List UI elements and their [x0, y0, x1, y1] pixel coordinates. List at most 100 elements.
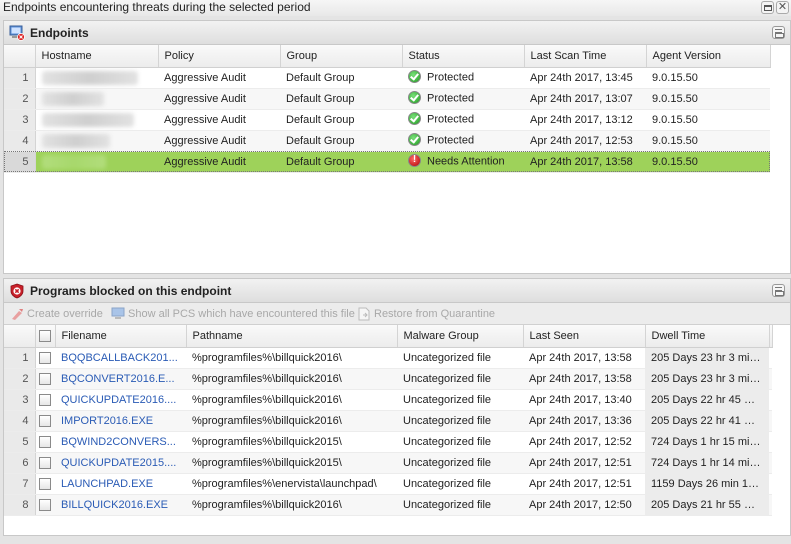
program-row[interactable]: 8 BILLQUICK2016.EXE %programfiles%\billq… — [4, 494, 772, 516]
column-header-malware-group[interactable]: Malware Group — [397, 325, 524, 348]
endpoints-panel-header: Endpoints — [4, 21, 790, 45]
column-header-pathname[interactable]: Pathname — [186, 325, 398, 348]
maximize-button[interactable] — [761, 1, 774, 14]
status-text: Protected — [427, 134, 475, 147]
program-row[interactable]: 6 QUICKUPDATE2015.... %programfiles%\bil… — [4, 452, 772, 474]
row-checkbox[interactable] — [38, 477, 51, 490]
last-seen-cell: Apr 24th 2017, 13:40 — [523, 389, 645, 411]
row-checkbox[interactable] — [38, 435, 51, 448]
dwell-time-cell: 724 Days 1 hr 15 min... — [645, 431, 769, 453]
agent-version-cell: 9.0.15.50 — [646, 67, 770, 89]
row-checkbox[interactable] — [38, 456, 51, 469]
programs-table: Filename Pathname Malware Group Last See… — [4, 325, 773, 516]
hostname-cell — [35, 151, 158, 173]
row-spacer — [769, 473, 772, 495]
close-button[interactable]: ✕ — [776, 1, 789, 14]
endpoint-row[interactable]: 4 Aggressive Audit Default Group Protect… — [4, 130, 770, 152]
last-seen-cell: Apr 24th 2017, 12:52 — [523, 431, 645, 453]
column-header-agent-version[interactable]: Agent Version — [646, 45, 771, 68]
programs-collapse-button[interactable] — [772, 284, 785, 297]
group-cell: Default Group — [280, 151, 402, 173]
row-checkbox[interactable] — [38, 393, 51, 406]
program-row[interactable]: 1 BQQBCALLBACK201... %programfiles%\bill… — [4, 347, 772, 369]
programs-panel-title: Programs blocked on this endpoint — [30, 284, 232, 298]
checkbox-cell — [35, 494, 55, 516]
endpoint-row[interactable]: 1 Aggressive Audit Default Group Protect… — [4, 67, 770, 89]
filename-link[interactable]: QUICKUPDATE2015.... — [55, 452, 186, 474]
programs-panel-header: Programs blocked on this endpoint — [4, 279, 790, 303]
dwell-time-cell: 205 Days 22 hr 41 mi... — [645, 410, 769, 432]
column-header-dwell-time[interactable]: Dwell Time — [645, 325, 770, 348]
malware-group-cell: Uncategorized file — [397, 473, 523, 495]
row-checkbox[interactable] — [38, 351, 51, 364]
malware-group-cell: Uncategorized file — [397, 431, 523, 453]
status-text: Protected — [427, 92, 475, 105]
filename-link[interactable]: BQWIND2CONVERS... — [55, 431, 186, 453]
column-header-hostname[interactable]: Hostname — [35, 45, 159, 68]
hostname-cell — [35, 109, 158, 131]
endpoint-row[interactable]: 2 Aggressive Audit Default Group Protect… — [4, 88, 770, 110]
last-seen-cell: Apr 24th 2017, 13:58 — [523, 347, 645, 369]
status-text: Needs Attention — [427, 155, 505, 168]
policy-cell: Aggressive Audit — [158, 130, 280, 152]
row-checkbox[interactable] — [38, 414, 51, 427]
status-text: Protected — [427, 113, 475, 126]
check-circle-icon — [408, 70, 421, 83]
filename-link[interactable]: IMPORT2016.EXE — [55, 410, 186, 432]
malware-group-cell: Uncategorized file — [397, 389, 523, 411]
checkbox-cell — [35, 431, 55, 453]
filename-link[interactable]: LAUNCHPAD.EXE — [55, 473, 186, 495]
filename-link[interactable]: QUICKUPDATE2016.... — [55, 389, 186, 411]
column-header-filename[interactable]: Filename — [55, 325, 187, 348]
column-header-policy[interactable]: Policy — [158, 45, 281, 68]
program-row[interactable]: 7 LAUNCHPAD.EXE %programfiles%\enervista… — [4, 473, 772, 495]
select-all-checkbox[interactable] — [38, 329, 51, 342]
computer-alert-icon — [9, 25, 25, 41]
row-number: 1 — [4, 67, 36, 89]
last-seen-cell: Apr 24th 2017, 12:50 — [523, 494, 645, 516]
document-restore-icon — [358, 307, 370, 321]
show-all-pcs-button[interactable]: Show all PCS which have encountered this… — [111, 307, 355, 321]
endpoint-row[interactable]: 3 Aggressive Audit Default Group Protect… — [4, 109, 770, 131]
row-spacer — [769, 494, 772, 516]
column-header-group[interactable]: Group — [280, 45, 403, 68]
program-row[interactable]: 2 BQCONVERT2016.E... %programfiles%\bill… — [4, 368, 772, 390]
checkbox-cell — [35, 473, 55, 495]
create-override-button[interactable]: Create override — [10, 307, 103, 321]
policy-cell: Aggressive Audit — [158, 109, 280, 131]
filename-link[interactable]: BILLQUICK2016.EXE — [55, 494, 186, 516]
pathname-cell: %programfiles%\billquick2015\ — [186, 452, 397, 474]
column-header-last-scan-time[interactable]: Last Scan Time — [524, 45, 647, 68]
malware-group-cell: Uncategorized file — [397, 410, 523, 432]
last-seen-cell: Apr 24th 2017, 12:51 — [523, 473, 645, 495]
filename-link[interactable]: BQQBCALLBACK201... — [55, 347, 186, 369]
restore-from-quarantine-button[interactable]: Restore from Quarantine — [358, 307, 495, 321]
last-seen-cell: Apr 24th 2017, 13:58 — [523, 368, 645, 390]
pathname-cell: %programfiles%\enervista\launchpad\ — [186, 473, 397, 495]
endpoint-row-selected[interactable]: 5 Aggressive Audit Default Group Needs A… — [4, 151, 770, 173]
row-number: 8 — [4, 494, 36, 516]
hostname-cell — [35, 67, 158, 89]
status-cell: Protected — [402, 130, 524, 152]
status-cell: Protected — [402, 88, 524, 110]
status-cell: Protected — [402, 109, 524, 131]
row-checkbox[interactable] — [38, 498, 51, 511]
agent-version-cell: 9.0.15.50 — [646, 109, 770, 131]
row-number: 2 — [4, 88, 36, 110]
column-header-last-seen[interactable]: Last Seen — [523, 325, 646, 348]
program-row[interactable]: 5 BQWIND2CONVERS... %programfiles%\billq… — [4, 431, 772, 453]
last-scan-cell: Apr 24th 2017, 13:07 — [524, 88, 646, 110]
dwell-time-cell: 205 Days 23 hr 3 min... — [645, 368, 769, 390]
filename-link[interactable]: BQCONVERT2016.E... — [55, 368, 186, 390]
endpoints-collapse-button[interactable] — [772, 26, 785, 39]
last-scan-cell: Apr 24th 2017, 12:53 — [524, 130, 646, 152]
column-header-status[interactable]: Status — [402, 45, 525, 68]
hostname-cell — [35, 88, 158, 110]
group-cell: Default Group — [280, 109, 402, 131]
group-cell: Default Group — [280, 88, 402, 110]
row-spacer — [769, 452, 772, 474]
program-row[interactable]: 4 IMPORT2016.EXE %programfiles%\billquic… — [4, 410, 772, 432]
program-row[interactable]: 3 QUICKUPDATE2016.... %programfiles%\bil… — [4, 389, 772, 411]
row-checkbox[interactable] — [38, 372, 51, 385]
row-spacer — [769, 431, 772, 453]
